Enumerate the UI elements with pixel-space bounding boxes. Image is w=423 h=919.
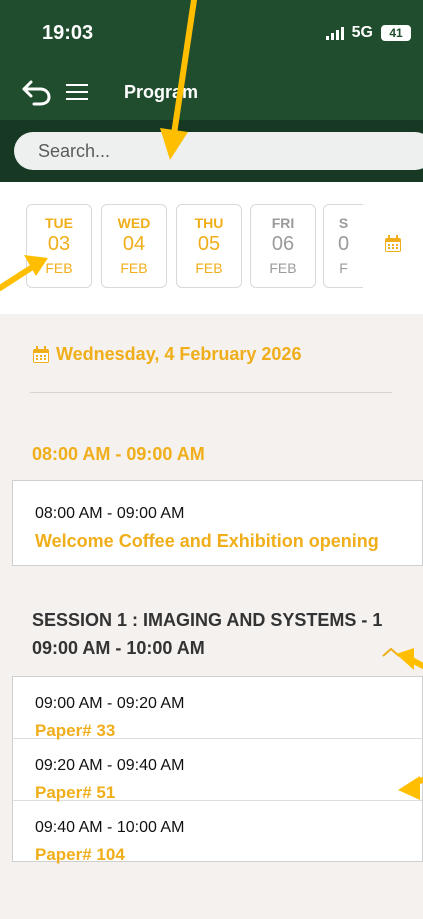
annotation-arrows [0, 0, 423, 800]
arrow-chevron [396, 648, 423, 670]
arrow-date [0, 255, 48, 291]
arrow-search [160, 0, 197, 160]
arrow-paper [398, 776, 423, 800]
